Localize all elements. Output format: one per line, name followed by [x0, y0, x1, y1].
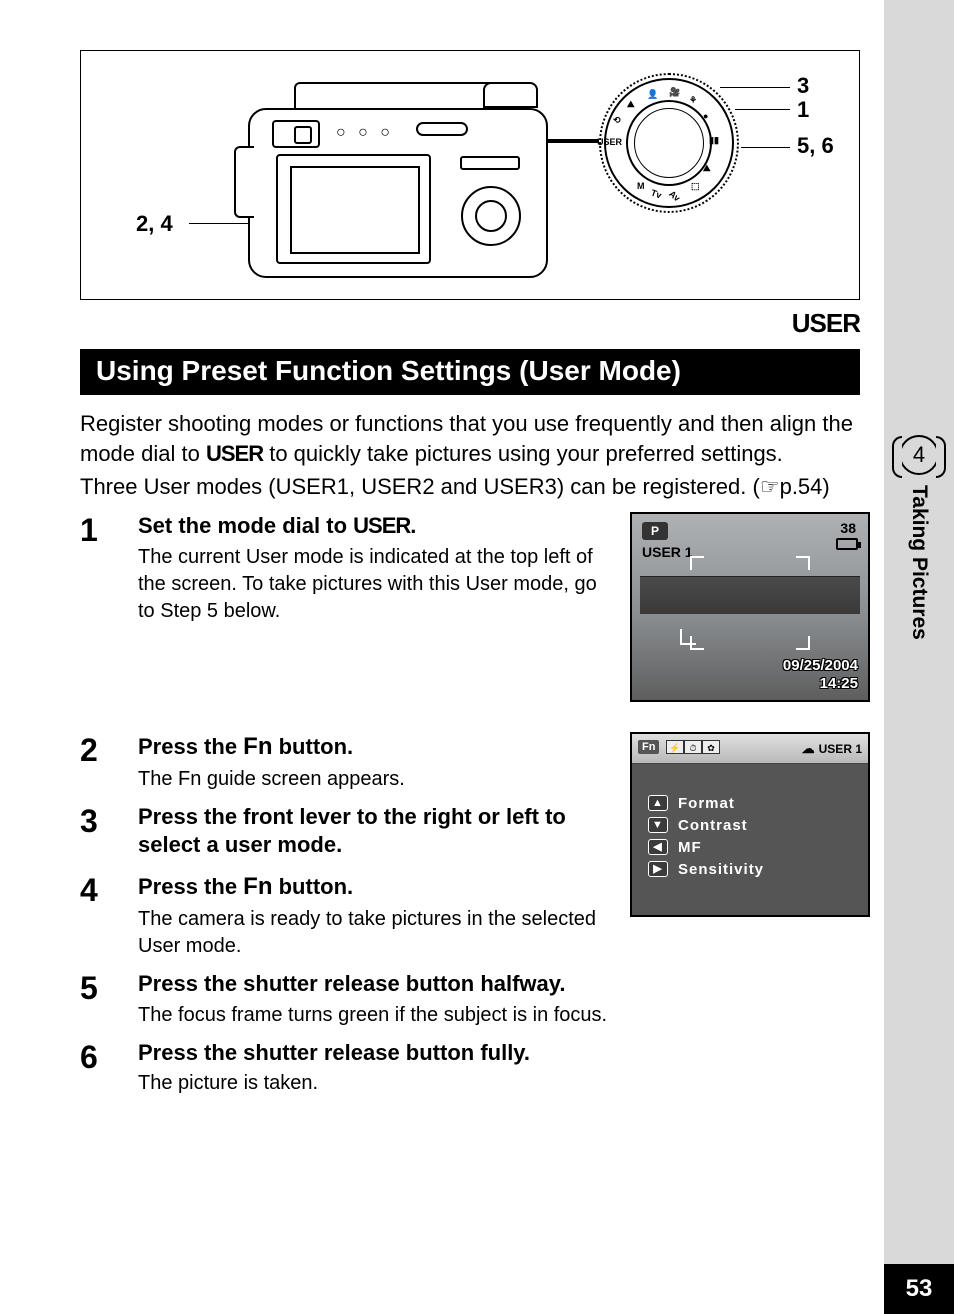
step-5-desc: The focus frame turns green if the subje…: [138, 1002, 860, 1029]
battery-icon: [836, 538, 858, 550]
lcd1-mode-p: P: [642, 522, 668, 540]
step-5-number: 5: [80, 970, 138, 1004]
step-3-number: 3: [80, 803, 138, 837]
step-6-heading: Press the shutter release button fully.: [138, 1039, 860, 1067]
step-4-heading-a: Press the: [138, 874, 243, 899]
step-3: 3 Press the front lever to the right or …: [80, 803, 860, 862]
lcd1-scene: [640, 576, 860, 614]
mode-dial-zoom: USER M Tv Av ⬚ ⛰ ▮▮ ● ⚘ 🎥 👤 ⛰ ⟲: [599, 73, 739, 213]
diagram-label-left: 2, 4: [136, 211, 173, 237]
step-6-number: 6: [80, 1039, 138, 1073]
step-2: 2 Press the Fn button. The Fn guide scre…: [80, 732, 860, 793]
step-5-heading: Press the shutter release button halfway…: [138, 970, 860, 998]
lcd-preview-user-mode: P USER 1 38 09/25/2004 14:25: [630, 512, 870, 702]
chapter-title: Taking Pictures: [907, 485, 931, 640]
intro-paragraph-2: Three User modes (USER1, USER2 and USER3…: [80, 472, 860, 502]
lcd1-remaining-count: 38: [840, 520, 856, 536]
step-2-heading-fn: Fn: [243, 733, 272, 760]
lcd2-fn-chip: Fn: [638, 740, 659, 754]
lcd1-user1-label: USER 1: [642, 544, 693, 560]
step-4-desc: The camera is ready to take pictures in …: [138, 906, 598, 960]
lcd1-time: 14:25: [820, 675, 858, 692]
macro-icon: ✿: [702, 740, 720, 754]
page-number: 53: [884, 1264, 954, 1314]
step-4-heading-fn: Fn: [243, 873, 272, 900]
step-1-desc: The current User mode is indicated at th…: [138, 544, 598, 625]
camera-diagram: 2, 4 ○ ○ ○ USER M Tv Av ⬚ ⛰ ▮▮ ●: [80, 50, 860, 300]
step-3-heading: Press the front lever to the right or le…: [138, 803, 598, 858]
step-1: 1 Set the mode dial to USER. The current…: [80, 512, 860, 722]
intro-text-1b: to quickly take pictures using your pref…: [263, 441, 783, 466]
step-2-number: 2: [80, 732, 138, 766]
step-2-heading-a: Press the: [138, 734, 243, 759]
mode-tag-user: USER: [80, 308, 860, 339]
camera-illustration: ○ ○ ○: [236, 86, 566, 281]
lcd2-mode-label: USER 1: [819, 742, 862, 756]
intro-text-2: Three User modes (USER1, USER2 and USER3…: [80, 474, 760, 499]
side-gray-bar: [884, 0, 954, 1314]
step-1-heading-a: Set the mode dial to: [138, 513, 353, 538]
step-1-heading-b: .: [410, 513, 416, 538]
diagram-label-3: 3: [797, 73, 809, 99]
chapter-number-badge: 4: [899, 435, 939, 475]
step-4-heading: Press the Fn button.: [138, 872, 598, 902]
intro-text-2-end: ): [822, 474, 829, 499]
step-2-desc: The Fn guide screen appears.: [138, 766, 598, 793]
dial-user-label: USER: [597, 137, 622, 147]
timer-icon: ⏱: [684, 740, 702, 754]
step-4-number: 4: [80, 872, 138, 906]
intro-user-word: USER: [206, 441, 263, 466]
diagram-label-1: 1: [797, 97, 809, 123]
section-heading: Using Preset Function Settings (User Mod…: [80, 349, 860, 395]
step-2-heading-b: button.: [273, 734, 354, 759]
step-5: 5 Press the shutter release button halfw…: [80, 970, 860, 1029]
lcd1-date: 09/25/2004: [783, 657, 858, 674]
lcd2-mini-icons: ⚡ ⏱ ✿: [666, 740, 720, 754]
step-2-heading: Press the Fn button.: [138, 732, 598, 762]
step-6-desc: The picture is taken.: [138, 1070, 860, 1097]
step-1-heading-user: USER: [353, 513, 410, 538]
intro-paragraph: Register shooting modes or functions tha…: [80, 409, 860, 468]
step-1-number: 1: [80, 512, 138, 546]
wb-icon: ☁: [802, 741, 815, 756]
step-6: 6 Press the shutter release button fully…: [80, 1039, 860, 1098]
cross-ref-icon: ☞: [760, 474, 780, 499]
step-1-heading: Set the mode dial to USER.: [138, 512, 598, 540]
flash-icon: ⚡: [666, 740, 684, 754]
lcd2-mode-top: ☁ USER 1: [802, 741, 862, 757]
diagram-label-56: 5, 6: [797, 133, 834, 159]
step-4-heading-b: button.: [273, 874, 354, 899]
side-tab: 4 Taking Pictures: [884, 435, 954, 640]
step-4: 4 Press the Fn button. The camera is rea…: [80, 872, 860, 960]
cross-ref: p.54: [780, 474, 823, 499]
